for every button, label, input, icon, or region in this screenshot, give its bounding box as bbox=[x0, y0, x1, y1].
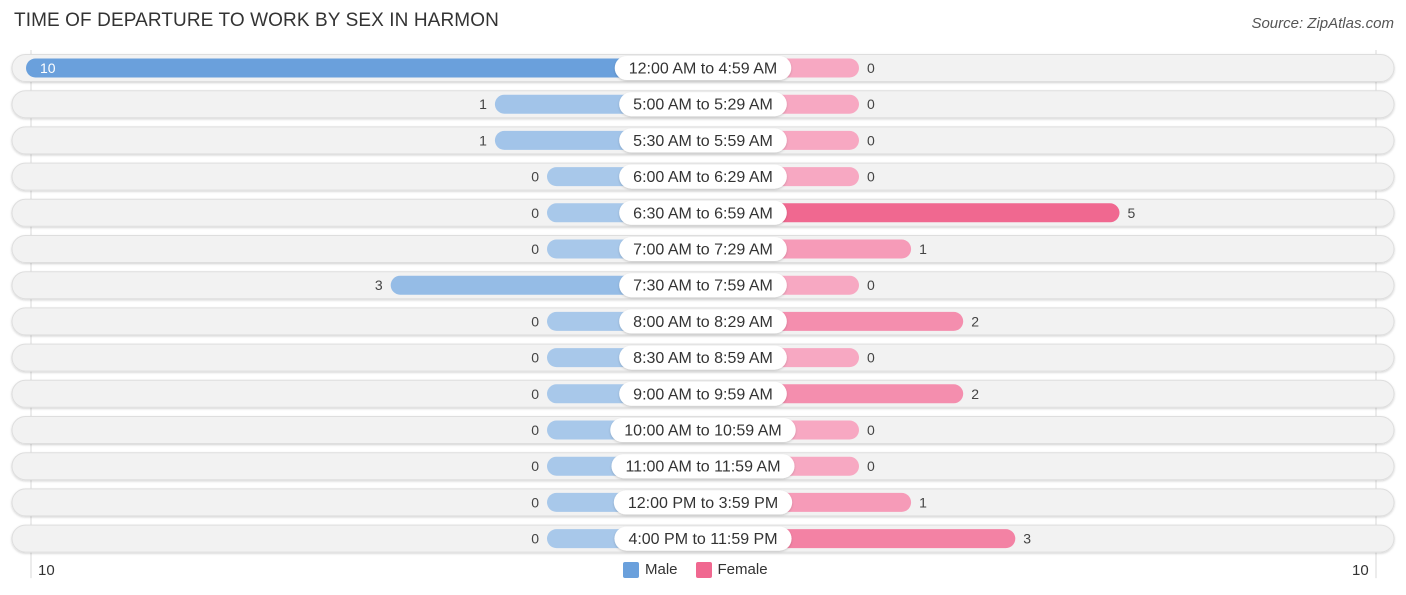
legend-swatch-male bbox=[623, 561, 639, 578]
male-value-label: 0 bbox=[531, 205, 539, 221]
male-value-label: 0 bbox=[531, 422, 539, 438]
bar-row: 0 5 6:30 AM to 6:59 AM bbox=[11, 198, 1395, 227]
category-label: 12:00 PM to 3:59 PM bbox=[628, 495, 778, 512]
female-value-label: 0 bbox=[867, 60, 875, 76]
bar-row: 3 0 7:30 AM to 7:59 AM bbox=[11, 271, 1395, 300]
legend-item-male[interactable]: Male bbox=[623, 561, 678, 578]
male-value-label: 0 bbox=[531, 350, 539, 366]
category-label: 6:00 AM to 6:29 AM bbox=[633, 169, 773, 186]
male-value-label: 0 bbox=[531, 313, 539, 329]
male-bar[interactable] bbox=[26, 58, 703, 78]
legend-item-female[interactable]: Female bbox=[695, 561, 768, 578]
female-value-label: 0 bbox=[867, 169, 875, 185]
female-value-label: 2 bbox=[971, 313, 979, 329]
female-value-label: 0 bbox=[867, 422, 875, 438]
male-value-label: 0 bbox=[531, 169, 539, 185]
female-value-label: 0 bbox=[867, 96, 875, 112]
legend-label-female: Female bbox=[717, 561, 768, 578]
bar-row: 0 2 9:00 AM to 9:59 AM bbox=[11, 379, 1395, 408]
male-value-label: 1 bbox=[479, 96, 487, 112]
female-value-label: 5 bbox=[1128, 205, 1136, 221]
female-value-label: 3 bbox=[1023, 531, 1031, 547]
bar-row: 0 0 6:00 AM to 6:29 AM bbox=[11, 162, 1395, 191]
category-label: 6:30 AM to 6:59 AM bbox=[633, 205, 773, 222]
bar-row: 0 0 8:30 AM to 8:59 AM bbox=[11, 343, 1395, 372]
category-label: 7:00 AM to 7:29 AM bbox=[633, 242, 773, 259]
female-value-label: 0 bbox=[867, 132, 875, 148]
bar-row: 0 0 11:00 AM to 11:59 AM bbox=[11, 452, 1395, 481]
male-value-label: 3 bbox=[375, 277, 383, 293]
legend-swatch-female bbox=[695, 561, 712, 578]
category-label: 4:00 PM to 11:59 PM bbox=[628, 531, 777, 548]
bar-row: 1 0 5:30 AM to 5:59 AM bbox=[11, 126, 1395, 155]
axis-right-label: 10 bbox=[1352, 562, 1369, 579]
chart-canvas: 10 012:00 AM to 4:59 AM1 05:00 AM to 5:29 … bbox=[11, 50, 1395, 579]
bar-row: 1 0 5:00 AM to 5:29 AM bbox=[11, 90, 1395, 119]
bar-row: 0 1 7:00 AM to 7:29 AM bbox=[11, 235, 1395, 263]
category-label: 5:30 AM to 5:59 AM bbox=[633, 133, 773, 150]
female-value-label: 1 bbox=[919, 494, 927, 510]
male-value-label: 0 bbox=[531, 494, 539, 510]
legend: Male Female bbox=[623, 561, 786, 578]
category-label: 7:30 AM to 7:59 AM bbox=[633, 278, 773, 295]
male-value-label: 1 bbox=[479, 132, 487, 148]
rows: 10 012:00 AM to 4:59 AM1 05:00 AM to 5:29 … bbox=[11, 54, 1395, 553]
bar-row: 0 0 10:00 AM to 10:59 AM bbox=[11, 416, 1395, 444]
bar-row: 0 1 12:00 PM to 3:59 PM bbox=[11, 488, 1395, 517]
male-value-label: 0 bbox=[531, 531, 539, 547]
category-label: 8:30 AM to 8:59 AM bbox=[633, 350, 773, 367]
category-label: 10:00 AM to 10:59 AM bbox=[624, 423, 781, 440]
bar-row: 10 0 12:00 AM to 4:59 AM bbox=[11, 54, 1395, 82]
category-label: 11:00 AM to 11:59 AM bbox=[625, 459, 780, 476]
bar-row: 0 3 4:00 PM to 11:59 PM bbox=[11, 524, 1395, 553]
category-label: 12:00 AM to 4:59 AM bbox=[629, 61, 778, 78]
axis-left-label: 10 bbox=[38, 562, 55, 579]
female-value-label: 2 bbox=[971, 386, 979, 402]
male-value-label: 0 bbox=[531, 386, 539, 402]
bar-row: 0 2 8:00 AM to 8:29 AM bbox=[11, 307, 1395, 336]
category-label: 8:00 AM to 8:29 AM bbox=[633, 314, 773, 331]
female-value-label: 0 bbox=[867, 458, 875, 474]
category-label: 5:00 AM to 5:29 AM bbox=[633, 97, 773, 114]
female-value-label: 0 bbox=[867, 350, 875, 366]
legend-label-male: Male bbox=[645, 561, 678, 578]
male-value-label: 0 bbox=[531, 241, 539, 257]
category-label: 9:00 AM to 9:59 AM bbox=[633, 386, 773, 403]
male-value-label: 10 bbox=[40, 60, 56, 76]
female-value-label: 0 bbox=[867, 277, 875, 293]
male-value-label: 0 bbox=[531, 458, 539, 474]
female-value-label: 1 bbox=[919, 241, 927, 257]
